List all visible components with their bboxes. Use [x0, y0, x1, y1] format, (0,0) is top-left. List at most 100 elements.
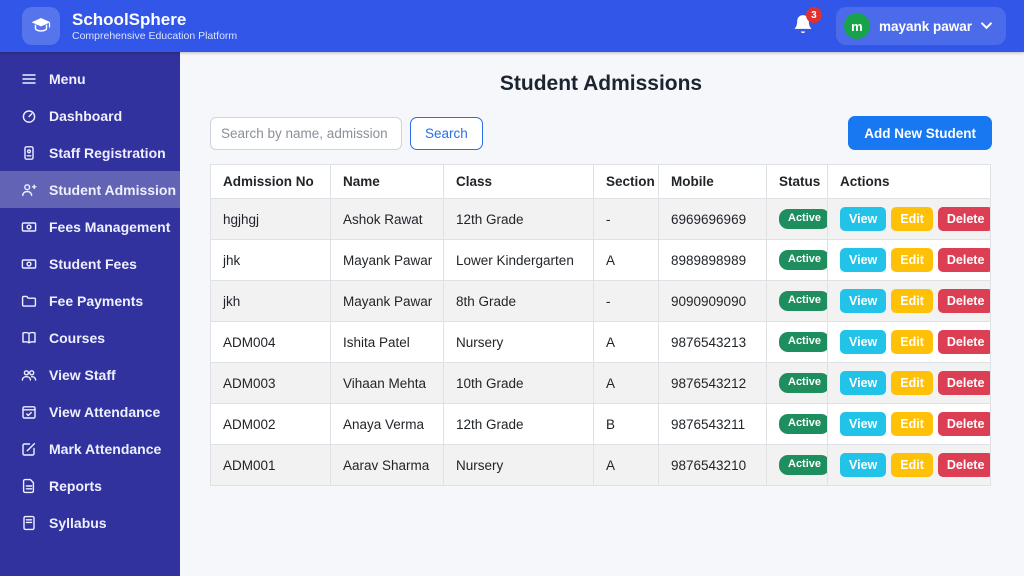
edit-button[interactable]: Edit: [891, 207, 933, 231]
view-button[interactable]: View: [840, 453, 887, 477]
cell-mobile: 9876543210: [658, 444, 767, 486]
sidebar-item-label: View Attendance: [49, 403, 161, 420]
add-new-student-button[interactable]: Add New Student: [848, 116, 992, 150]
sidebar-item-label: View Staff: [49, 366, 116, 383]
chevron-down-icon: [981, 22, 992, 30]
cell-class: Nursery: [443, 321, 594, 363]
id-card-icon: [20, 144, 37, 161]
cell-status: Active: [766, 362, 828, 404]
delete-button[interactable]: Delete: [937, 207, 990, 231]
view-button[interactable]: View: [840, 330, 887, 354]
cell-name: Mayank Pawar: [330, 280, 444, 322]
view-button[interactable]: View: [840, 248, 887, 272]
status-badge: Active: [779, 414, 827, 434]
cell-admission-no: jkh: [210, 280, 331, 322]
delete-button[interactable]: Delete: [937, 248, 990, 272]
column-header-admission-no: Admission No: [210, 164, 331, 199]
cell-mobile: 6969696969: [658, 198, 767, 240]
table-header-row: Admission No Name Class Section Mobile Status…: [210, 164, 991, 199]
edit-button[interactable]: Edit: [891, 289, 933, 313]
sidebar-item-fee-payments[interactable]: Fee Payments: [0, 282, 180, 319]
column-header-status: Status: [766, 164, 828, 199]
sidebar-item-staff-registration[interactable]: Staff Registration: [0, 134, 180, 171]
main-content: Student Admissions Search Add New Studen…: [180, 52, 1024, 576]
sidebar-item-syllabus[interactable]: Syllabus: [0, 504, 180, 541]
pencil-square-icon: [20, 440, 37, 457]
column-header-name: Name: [330, 164, 444, 199]
cell-name: Aarav Sharma: [330, 444, 444, 486]
user-menu[interactable]: m mayank pawar: [835, 7, 1006, 45]
cell-section: A: [593, 362, 659, 404]
brand: SchoolSphere Comprehensive Education Pla…: [22, 7, 237, 45]
sidebar-item-label: Mark Attendance: [49, 440, 162, 457]
search-button[interactable]: Search: [410, 116, 483, 150]
delete-button[interactable]: Delete: [937, 371, 990, 395]
calendar-check-icon: [20, 403, 37, 420]
header-right: 3 m mayank pawar: [792, 7, 1006, 45]
edit-button[interactable]: Edit: [891, 412, 933, 436]
table-row: jkh Mayank Pawar 8th Grade -9090909090 Activ…: [210, 280, 991, 322]
view-button[interactable]: View: [840, 412, 887, 436]
cell-admission-no: ADM003: [210, 362, 331, 404]
sidebar-item-courses[interactable]: Courses: [0, 319, 180, 356]
user-name: mayank pawar: [878, 18, 972, 34]
cell-mobile: 9876543213: [658, 321, 767, 363]
edit-button[interactable]: Edit: [891, 330, 933, 354]
cell-admission-no: ADM004: [210, 321, 331, 363]
status-badge: Active: [779, 373, 827, 393]
sidebar-item-fees-management[interactable]: Fees Management: [0, 208, 180, 245]
table-row: ADM003 Vihaan Mehta 10th Grade A 9876543212 A…: [210, 362, 991, 404]
avatar: m: [843, 13, 870, 39]
people-icon: [20, 366, 37, 383]
sidebar-item-view-attendance[interactable]: View Attendance: [0, 393, 180, 430]
cell-status: Active: [766, 444, 828, 486]
menu-icon: [20, 70, 37, 87]
column-header-class: Class: [443, 164, 594, 199]
cell-actions: View Edit Delete: [827, 444, 991, 486]
cash-icon: [20, 255, 37, 272]
cell-section: A: [593, 239, 659, 281]
cash-icon: [20, 218, 37, 235]
edit-button[interactable]: Edit: [891, 453, 933, 477]
sidebar-item-view-staff[interactable]: View Staff: [0, 356, 180, 393]
delete-button[interactable]: Delete: [937, 453, 990, 477]
sidebar-item-mark-attendance[interactable]: Mark Attendance: [0, 430, 180, 467]
status-badge: Active: [779, 332, 827, 352]
search-input[interactable]: [210, 116, 402, 150]
delete-button[interactable]: Delete: [937, 412, 990, 436]
cell-admission-no: ADM001: [210, 444, 331, 486]
column-header-mobile: Mobile: [658, 164, 767, 199]
edit-button[interactable]: Edit: [891, 371, 933, 395]
notifications-button[interactable]: 3: [792, 7, 822, 39]
cell-mobile: 9090909090: [658, 280, 767, 322]
view-button[interactable]: View: [840, 207, 887, 231]
cell-name: Ishita Patel: [330, 321, 444, 363]
column-header-actions: Actions: [827, 164, 991, 199]
cell-actions: View Edit Delete: [827, 362, 991, 404]
table-row: jhk Mayank Pawar Lower Kindergarten A 898989…: [210, 239, 991, 281]
cell-section: -: [593, 280, 659, 322]
sidebar-item-dashboard[interactable]: Dashboard: [0, 97, 180, 134]
sidebar-item-label: Dashboard: [49, 107, 123, 124]
sidebar-item-student-admission[interactable]: Student Admission: [0, 171, 180, 208]
status-badge: Active: [779, 209, 827, 229]
table-row: ADM004 Ishita Patel Nursery A 9876543213 Acti…: [210, 321, 991, 363]
sidebar-item-label: Fees Management: [49, 218, 171, 235]
toolbar: Search Add New Student: [210, 116, 992, 150]
delete-button[interactable]: Delete: [937, 330, 990, 354]
sidebar-item-menu[interactable]: Menu: [0, 60, 180, 97]
view-button[interactable]: View: [840, 371, 887, 395]
admissions-table: Admission No Name Class Section Mobile Status…: [210, 164, 991, 486]
cell-status: Active: [766, 239, 828, 281]
status-badge: Active: [779, 291, 827, 311]
cell-actions: View Edit Delete: [827, 280, 991, 322]
cell-section: A: [593, 444, 659, 486]
delete-button[interactable]: Delete: [937, 289, 990, 313]
folder-icon: [20, 292, 37, 309]
cell-class: 12th Grade: [443, 198, 594, 240]
edit-button[interactable]: Edit: [891, 248, 933, 272]
view-button[interactable]: View: [840, 289, 887, 313]
sidebar-item-reports[interactable]: Reports: [0, 467, 180, 504]
cell-actions: View Edit Delete: [827, 198, 991, 240]
sidebar-item-student-fees[interactable]: Student Fees: [0, 245, 180, 282]
